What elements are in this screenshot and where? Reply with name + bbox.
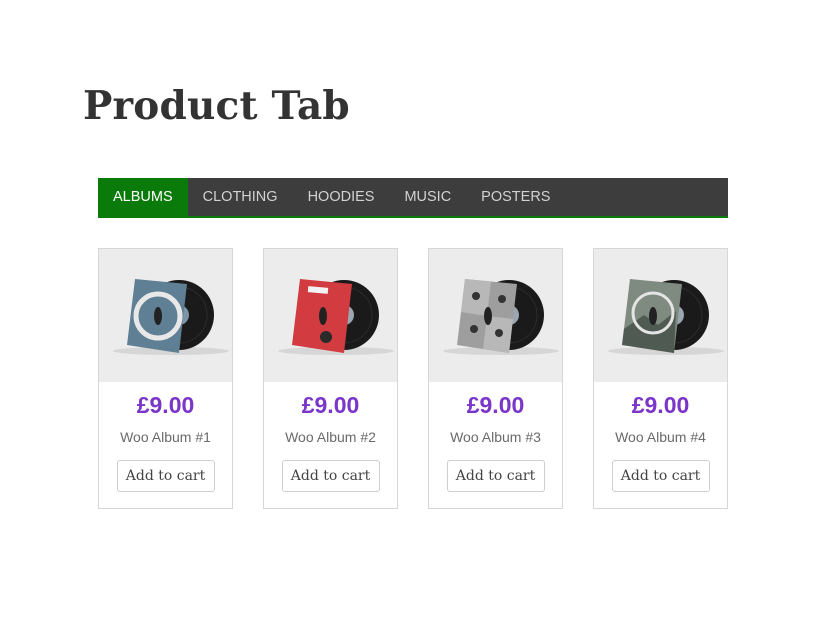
- page-title: Product Tab: [83, 83, 350, 129]
- product-price: £9.00: [466, 392, 525, 418]
- product-price: £9.00: [301, 392, 360, 418]
- vinyl-album-icon: [443, 279, 559, 355]
- product-grid: £9.00 Woo Album #1 Add to cart £9.00 Woo…: [98, 248, 728, 509]
- vinyl-album-icon: [113, 279, 229, 355]
- add-to-cart-button[interactable]: Add to cart: [281, 460, 380, 492]
- tab-albums[interactable]: ALBUMS: [98, 178, 188, 216]
- product-price: £9.00: [136, 392, 195, 418]
- product-name[interactable]: Woo Album #4: [594, 428, 727, 446]
- product-image[interactable]: [594, 249, 727, 382]
- product-image[interactable]: [429, 249, 562, 382]
- tab-clothing[interactable]: CLOTHING: [188, 178, 293, 216]
- product-card: £9.00 Woo Album #2 Add to cart: [263, 248, 398, 509]
- tab-music[interactable]: MUSIC: [389, 178, 466, 216]
- add-to-cart-button[interactable]: Add to cart: [611, 460, 710, 492]
- product-card: £9.00 Woo Album #3 Add to cart: [428, 248, 563, 509]
- product-image[interactable]: [264, 249, 397, 382]
- vinyl-album-icon: [278, 279, 394, 355]
- tab-hoodies[interactable]: HOODIES: [293, 178, 390, 216]
- add-to-cart-button[interactable]: Add to cart: [116, 460, 215, 492]
- product-tab-bar: ALBUMS CLOTHING HOODIES MUSIC POSTERS: [98, 178, 728, 218]
- product-image[interactable]: [99, 249, 232, 382]
- product-name[interactable]: Woo Album #3: [429, 428, 562, 446]
- product-price: £9.00: [631, 392, 690, 418]
- vinyl-album-icon: [608, 279, 724, 355]
- product-name[interactable]: Woo Album #2: [264, 428, 397, 446]
- product-card: £9.00 Woo Album #1 Add to cart: [98, 248, 233, 509]
- add-to-cart-button[interactable]: Add to cart: [446, 460, 545, 492]
- product-card: £9.00 Woo Album #4 Add to cart: [593, 248, 728, 509]
- tab-posters[interactable]: POSTERS: [466, 178, 565, 216]
- product-name[interactable]: Woo Album #1: [99, 428, 232, 446]
